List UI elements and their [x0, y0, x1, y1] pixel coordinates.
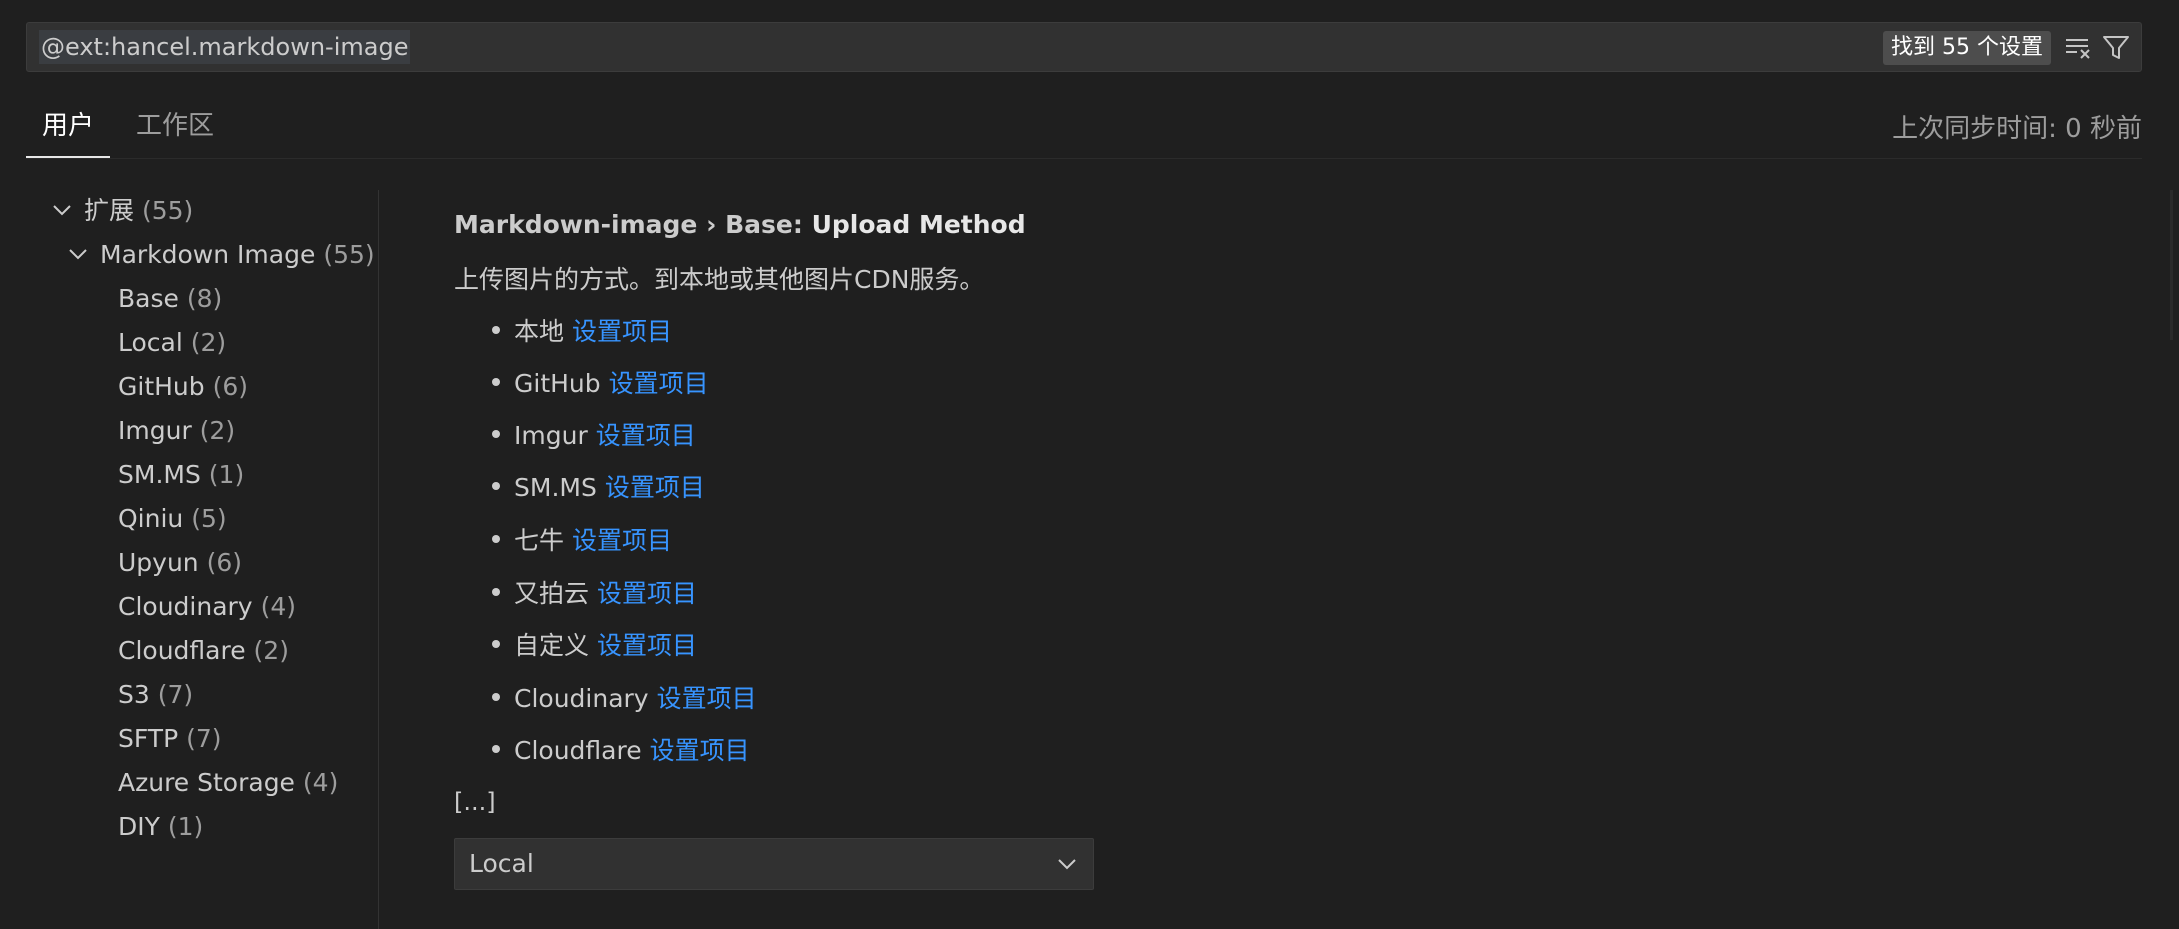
option-item: SM.MS 设置项目	[492, 468, 705, 504]
chevron-down-icon	[69, 249, 87, 260]
option-name: GitHub	[514, 369, 601, 398]
settings-toc: 扩展 (55) Markdown Image (55) Base (8) Loc…	[26, 190, 378, 929]
toc-item-sftp[interactable]: SFTP (7)	[118, 722, 222, 756]
search-input[interactable]: @ext:hancel.markdown-image	[39, 30, 411, 64]
option-settings-link[interactable]: 设置项目	[605, 473, 705, 502]
option-name: Cloudinary	[514, 684, 649, 713]
toc-count: (4)	[302, 768, 339, 797]
option-settings-link[interactable]: 设置项目	[597, 631, 697, 660]
toc-label: Imgur	[118, 416, 192, 445]
toc-label: Cloudinary	[118, 592, 253, 621]
scrollbar[interactable]	[2170, 190, 2173, 340]
option-name: Imgur	[514, 421, 588, 450]
toc-markdown-image[interactable]: Markdown Image (55)	[66, 238, 375, 272]
toc-item-imgur[interactable]: Imgur (2)	[118, 414, 235, 448]
search-result-count: 找到 55 个设置	[1883, 31, 2051, 65]
settings-search-box[interactable]: @ext:hancel.markdown-image 找到 55 个设置	[26, 22, 2142, 72]
option-settings-link[interactable]: 设置项目	[657, 684, 757, 713]
setting-item-upload-method: Markdown-image › Base: Upload Method 上传图…	[454, 210, 2114, 929]
toc-item-github[interactable]: GitHub (6)	[118, 370, 248, 404]
toc-label: Cloudflare	[118, 636, 246, 665]
clear-filter-icon[interactable]	[2063, 32, 2093, 62]
setting-category: Markdown-image › Base:	[454, 210, 812, 239]
option-settings-link[interactable]: 设置项目	[572, 317, 672, 346]
toc-count: (2)	[253, 636, 289, 665]
toc-label: Markdown Image	[100, 240, 316, 269]
last-sync-status: 上次同步时间: 0 秒前	[1892, 114, 2142, 144]
option-item: 七牛 设置项目	[491, 521, 672, 557]
option-settings-link[interactable]: 设置项目	[596, 421, 696, 450]
chevron-down-icon	[53, 205, 71, 216]
option-item: 自定义 设置项目	[491, 626, 697, 662]
option-settings-link[interactable]: 设置项目	[609, 369, 709, 398]
option-item: 本地 设置项目	[491, 312, 672, 348]
setting-title: Markdown-image › Base: Upload Method	[454, 210, 1026, 239]
option-item: Cloudflare 设置项目	[492, 731, 750, 767]
chevron-down-icon	[1058, 859, 1076, 870]
option-name: 自定义	[514, 631, 590, 660]
option-name: 本地	[514, 317, 565, 346]
toc-item-azure-storage[interactable]: Azure Storage (4)	[118, 766, 338, 800]
toc-count: (7)	[157, 680, 194, 709]
toc-label: Base	[118, 284, 179, 313]
toc-count: (8)	[186, 284, 223, 313]
toc-label: SFTP	[118, 724, 179, 753]
setting-description: 上传图片的方式。到本地或其他图片CDN服务。	[454, 265, 985, 294]
toc-count: (6)	[212, 372, 249, 401]
toc-divider	[378, 190, 379, 929]
toc-extensions[interactable]: 扩展 (55)	[50, 194, 193, 228]
toc-count: (2)	[199, 416, 236, 445]
toc-count: (2)	[190, 328, 227, 357]
toc-count: (1)	[208, 460, 245, 489]
toc-item-local[interactable]: Local (2)	[118, 326, 226, 360]
toc-count: (55)	[141, 196, 194, 225]
toc-label: SM.MS	[118, 460, 201, 489]
option-settings-link[interactable]: 设置项目	[597, 579, 697, 608]
option-item: Imgur 设置项目	[492, 416, 696, 452]
tab-user[interactable]: 用户	[26, 104, 111, 158]
toc-label: GitHub	[118, 372, 205, 401]
toc-count: (4)	[260, 592, 296, 621]
upload-method-select[interactable]: Local	[454, 838, 1094, 890]
toc-item-base[interactable]: Base (8)	[118, 282, 222, 316]
setting-key: Upload Method	[811, 210, 1026, 239]
option-item: 又拍云 设置项目	[491, 574, 697, 610]
toc-count: (6)	[206, 548, 243, 577]
toc-item-diy[interactable]: DIY (1)	[118, 810, 203, 844]
option-item: Cloudinary 设置项目	[492, 679, 757, 715]
toc-label: Qiniu	[118, 504, 184, 533]
toc-item-upyun[interactable]: Upyun (6)	[118, 546, 242, 580]
select-value: Local	[469, 849, 534, 878]
filter-icon[interactable]	[2101, 32, 2131, 62]
option-settings-link[interactable]: 设置项目	[572, 526, 672, 555]
option-name: SM.MS	[514, 473, 597, 502]
option-name: Cloudflare	[514, 736, 642, 765]
toc-item-cloudinary[interactable]: Cloudinary (4)	[118, 590, 296, 624]
toc-count: (1)	[167, 812, 204, 841]
toc-item-smms[interactable]: SM.MS (1)	[118, 458, 244, 492]
toc-label: Local	[118, 328, 183, 357]
truncation-marker: [...]	[454, 788, 496, 816]
option-name: 又拍云	[514, 579, 590, 608]
option-item: GitHub 设置项目	[492, 364, 709, 400]
toc-label: DIY	[118, 812, 160, 841]
toc-count: (7)	[186, 724, 222, 753]
divider	[26, 158, 2142, 159]
toc-item-cloudflare[interactable]: Cloudflare (2)	[118, 634, 289, 668]
toc-label: S3	[118, 680, 150, 709]
toc-count: (5)	[191, 504, 227, 533]
toc-count: (55)	[323, 240, 375, 269]
tab-workspace[interactable]: 工作区	[120, 104, 230, 156]
option-settings-link[interactable]: 设置项目	[650, 736, 750, 765]
toc-item-qiniu[interactable]: Qiniu (5)	[118, 502, 227, 536]
toc-label: Azure Storage	[118, 768, 295, 797]
toc-item-s3[interactable]: S3 (7)	[118, 678, 193, 712]
option-name: 七牛	[514, 526, 565, 555]
toc-label: 扩展	[84, 196, 135, 225]
toc-label: Upyun	[118, 548, 199, 577]
